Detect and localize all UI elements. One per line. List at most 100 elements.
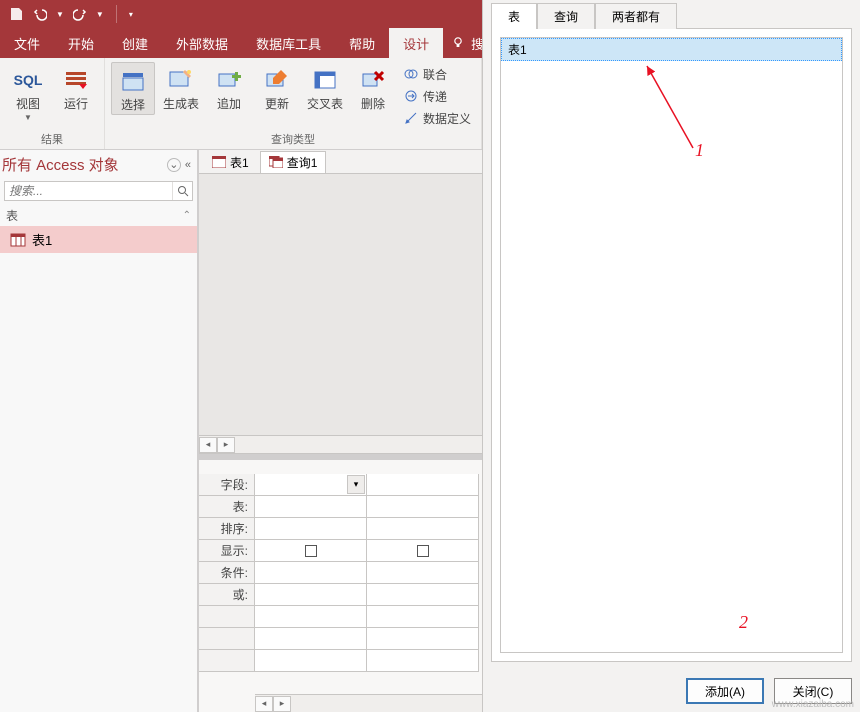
query-icon xyxy=(269,156,283,168)
crosstab-button[interactable]: 交叉表 xyxy=(303,62,347,113)
view-button[interactable]: SQL 视图 ▼ xyxy=(6,62,50,124)
tab-help[interactable]: 帮助 xyxy=(335,28,389,58)
sort-cell-1[interactable] xyxy=(255,518,367,540)
watermark: www.xiazaiba.com xyxy=(772,699,854,710)
lightbulb-icon xyxy=(451,36,465,50)
group-query-type: 选择 生成表 追加 更新 交叉表 删除 联合 xyxy=(105,58,482,149)
checkbox-icon[interactable] xyxy=(417,545,429,557)
scroll-right-icon[interactable]: ▸ xyxy=(217,437,235,453)
criteria-cell-2[interactable] xyxy=(367,562,479,584)
make-table-icon xyxy=(165,64,197,96)
or-cell-2[interactable] xyxy=(367,584,479,606)
field-cell-2[interactable] xyxy=(367,474,479,496)
undo-icon[interactable] xyxy=(32,6,48,22)
quick-access-toolbar: ▼ ▼ ▾ xyxy=(0,0,141,28)
nav-group-tables[interactable]: 表 ⌃ xyxy=(0,203,197,226)
union-icon xyxy=(403,66,419,82)
sort-cell-2[interactable] xyxy=(367,518,479,540)
append-button[interactable]: 追加 xyxy=(207,62,251,113)
nav-item-table1[interactable]: 表1 xyxy=(0,226,197,253)
sql-view-icon: SQL xyxy=(12,64,44,96)
make-table-button[interactable]: 生成表 xyxy=(159,62,203,113)
table-cell-1[interactable] xyxy=(255,496,367,518)
grid-cell[interactable] xyxy=(367,650,479,672)
doc-tab-label: 表1 xyxy=(230,154,249,171)
annotation-2: 2 xyxy=(739,612,748,633)
show-cell-2[interactable] xyxy=(367,540,479,562)
group-label-results: 结果 xyxy=(6,129,98,147)
doc-tab-query1[interactable]: 查询1 xyxy=(260,151,327,173)
dropdown-icon[interactable]: ▼ xyxy=(96,10,104,19)
save-icon[interactable] xyxy=(8,6,24,22)
nav-collapse-icon[interactable]: « xyxy=(185,159,191,171)
row-show: 显示: xyxy=(199,540,255,562)
dialog-tab-tables[interactable]: 表 xyxy=(491,3,537,29)
update-icon xyxy=(261,64,293,96)
grid-cell[interactable] xyxy=(367,606,479,628)
crosstab-icon xyxy=(309,64,341,96)
scroll-left-icon[interactable]: ◂ xyxy=(199,437,217,453)
row-criteria: 条件: xyxy=(199,562,255,584)
row-sort: 排序: xyxy=(199,518,255,540)
delete-button[interactable]: 删除 xyxy=(351,62,395,113)
dropdown-icon[interactable]: ▼ xyxy=(56,10,64,19)
dialog-tab-both[interactable]: 两者都有 xyxy=(595,3,677,29)
grid-cell[interactable] xyxy=(367,628,479,650)
table-cell-2[interactable] xyxy=(367,496,479,518)
nav-item-label: 表1 xyxy=(32,230,52,249)
collapse-icon: ⌃ xyxy=(183,210,191,221)
dialog-body: 表1 xyxy=(491,28,852,662)
annotation-1: 1 xyxy=(695,140,704,161)
row-table: 表: xyxy=(199,496,255,518)
tab-database-tools[interactable]: 数据库工具 xyxy=(242,28,335,58)
scroll-left-icon[interactable]: ◂ xyxy=(255,696,273,712)
tab-home[interactable]: 开始 xyxy=(54,28,108,58)
table-icon xyxy=(10,233,26,247)
field-cell-1[interactable]: ▾ xyxy=(255,474,367,496)
nav-filter-icon[interactable]: ⌄ xyxy=(167,158,181,172)
delete-icon xyxy=(357,64,389,96)
row-or: 或: xyxy=(199,584,255,606)
dropdown-icon[interactable]: ▾ xyxy=(347,475,365,494)
run-icon xyxy=(60,64,92,96)
data-definition-icon xyxy=(403,110,419,126)
passthrough-button[interactable]: 传递 xyxy=(399,86,475,106)
criteria-cell-1[interactable] xyxy=(255,562,367,584)
table-icon xyxy=(212,156,226,168)
group-label-querytype: 查询类型 xyxy=(111,129,475,147)
append-icon xyxy=(213,64,245,96)
scroll-right-icon[interactable]: ▸ xyxy=(273,696,291,712)
group-results: SQL 视图 ▼ 运行 结果 xyxy=(0,58,105,149)
redo-icon[interactable] xyxy=(72,6,88,22)
select-query-icon xyxy=(117,65,149,97)
select-query-button[interactable]: 选择 xyxy=(111,62,155,115)
search-input[interactable] xyxy=(5,182,172,200)
dialog-table-list[interactable]: 表1 xyxy=(500,37,843,653)
show-cell-1[interactable] xyxy=(255,540,367,562)
customize-qat-icon[interactable]: ▾ xyxy=(129,10,133,19)
doc-tab-table1[interactable]: 表1 xyxy=(203,151,258,173)
navigation-pane: 所有 Access 对象 ⌄ « 表 ⌃ 表1 xyxy=(0,150,198,712)
grid-cell[interactable] xyxy=(255,606,367,628)
doc-tab-label: 查询1 xyxy=(287,154,318,171)
tab-external-data[interactable]: 外部数据 xyxy=(162,28,242,58)
tab-create[interactable]: 创建 xyxy=(108,28,162,58)
grid-cell[interactable] xyxy=(255,628,367,650)
search-icon[interactable] xyxy=(172,182,192,200)
dialog-tabs: 表 查询 两者都有 xyxy=(483,0,860,28)
run-button[interactable]: 运行 xyxy=(54,62,98,113)
row-field: 字段: xyxy=(199,474,255,496)
tab-file[interactable]: 文件 xyxy=(0,28,54,58)
update-button[interactable]: 更新 xyxy=(255,62,299,113)
list-item[interactable]: 表1 xyxy=(501,38,842,61)
nav-header[interactable]: 所有 Access 对象 ⌄ « xyxy=(0,150,197,179)
or-cell-1[interactable] xyxy=(255,584,367,606)
data-definition-button[interactable]: 数据定义 xyxy=(399,108,475,128)
dialog-tab-queries[interactable]: 查询 xyxy=(537,3,595,29)
passthrough-icon xyxy=(403,88,419,104)
union-button[interactable]: 联合 xyxy=(399,64,475,84)
add-button[interactable]: 添加(A) xyxy=(686,678,764,704)
checkbox-icon[interactable] xyxy=(305,545,317,557)
tab-design[interactable]: 设计 xyxy=(389,28,443,58)
grid-cell[interactable] xyxy=(255,650,367,672)
